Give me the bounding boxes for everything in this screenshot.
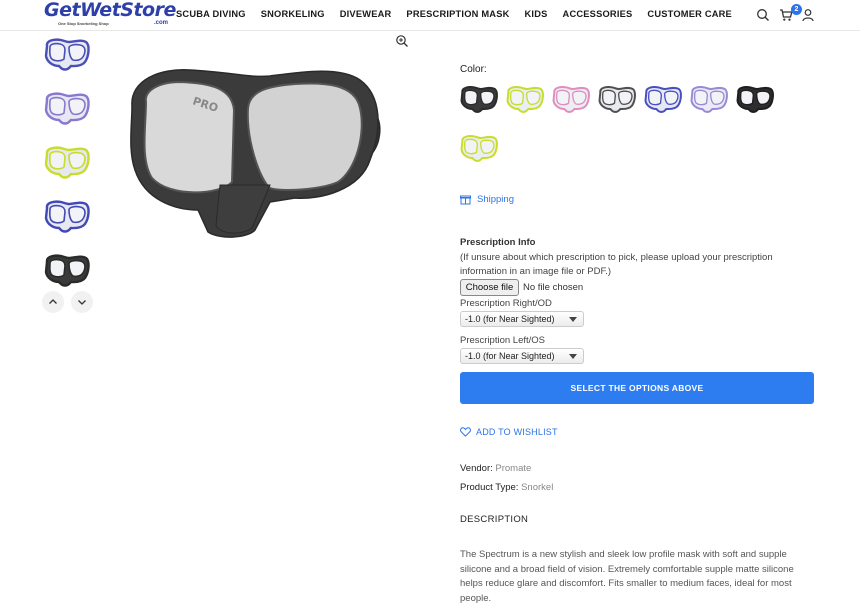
- search-icon[interactable]: [756, 8, 770, 22]
- product-type-value[interactable]: Snorkel: [521, 482, 553, 493]
- shipping-label: Shipping: [477, 194, 514, 205]
- color-swatch[interactable]: [643, 83, 683, 115]
- nav-snorkeling[interactable]: SNORKELING: [261, 9, 325, 19]
- prescription-info-description: (If unsure about which prescription to p…: [460, 252, 773, 277]
- user-icon[interactable]: [801, 8, 815, 22]
- logo-suffix: .com: [154, 20, 169, 26]
- prescription-left-value: -1.0 (for Near Sighted): [465, 351, 555, 361]
- heart-icon: [460, 427, 471, 437]
- prescription-left-label: Prescription Left/OS: [460, 335, 546, 346]
- vendor-row: Vendor: Promate: [460, 463, 531, 474]
- color-swatch[interactable]: [505, 83, 545, 115]
- color-swatch[interactable]: [689, 83, 729, 115]
- nav-divewear[interactable]: DIVEWEAR: [340, 9, 392, 19]
- gift-box-icon: [460, 195, 471, 205]
- store-logo[interactable]: GetWetStore One Stop Snorkeling Shop .co…: [44, 0, 176, 29]
- description-text: The Spectrum is a new stylish and sleek …: [460, 549, 794, 604]
- prescription-right-value: -1.0 (for Near Sighted): [465, 314, 555, 324]
- gallery-thumbnail[interactable]: [43, 144, 91, 180]
- site-header: GetWetStore One Stop Snorkeling Shop .co…: [0, 0, 860, 31]
- select-options-button[interactable]: SELECT THE OPTIONS ABOVE: [460, 372, 814, 404]
- gallery-thumbnail[interactable]: [43, 252, 91, 288]
- color-swatch[interactable]: [735, 83, 775, 115]
- chevron-down-icon: [78, 300, 86, 305]
- color-label: Color:: [460, 64, 487, 75]
- vendor-value[interactable]: Promate: [495, 463, 531, 474]
- main-nav: SCUBA DIVING SNORKELING DIVEWEAR PRESCRI…: [176, 9, 747, 19]
- color-swatch[interactable]: [459, 132, 499, 164]
- prescription-left-select[interactable]: -1.0 (for Near Sighted): [460, 348, 584, 364]
- product-type-label: Product Type:: [460, 482, 519, 493]
- color-swatch[interactable]: [459, 83, 499, 115]
- chevron-up-icon: [49, 299, 57, 304]
- zoom-icon[interactable]: [395, 34, 409, 48]
- nav-scuba-diving[interactable]: SCUBA DIVING: [176, 9, 246, 19]
- shipping-link[interactable]: Shipping: [460, 194, 514, 205]
- dropdown-caret-icon: [569, 354, 577, 359]
- nav-accessories[interactable]: ACCESSORIES: [563, 9, 633, 19]
- prescription-right-select[interactable]: -1.0 (for Near Sighted): [460, 311, 584, 327]
- add-to-wishlist-link[interactable]: ADD TO WISHLIST: [460, 427, 558, 437]
- gallery-thumbnail[interactable]: [43, 90, 91, 126]
- prescription-info-title: Prescription Info: [460, 237, 536, 248]
- color-swatch[interactable]: [597, 83, 637, 115]
- logo-tagline: One Stop Snorkeling Shop: [58, 21, 109, 26]
- nav-kids[interactable]: KIDS: [525, 9, 548, 19]
- description-title: DESCRIPTION: [460, 514, 529, 525]
- color-swatch[interactable]: [551, 83, 591, 115]
- main-product-image[interactable]: PRO: [120, 50, 390, 240]
- vendor-label: Vendor:: [460, 463, 493, 474]
- gallery-thumbnail[interactable]: [43, 198, 91, 234]
- prescription-right-label: Prescription Right/OD: [460, 298, 552, 309]
- logo-text: GetWetStore: [44, 0, 176, 21]
- choose-file-button[interactable]: Choose file: [460, 279, 519, 296]
- file-status-text: No file chosen: [523, 282, 584, 293]
- nav-customer-care[interactable]: CUSTOMER CARE: [647, 9, 732, 19]
- thumbnail-prev-button[interactable]: [42, 291, 64, 313]
- product-type-row: Product Type: Snorkel: [460, 482, 553, 493]
- wishlist-label: ADD TO WISHLIST: [476, 427, 558, 437]
- thumbnail-next-button[interactable]: [71, 291, 93, 313]
- nav-prescription-mask[interactable]: PRESCRIPTION MASK: [406, 9, 509, 19]
- gallery-thumbnail[interactable]: [43, 36, 91, 72]
- dropdown-caret-icon: [569, 317, 577, 322]
